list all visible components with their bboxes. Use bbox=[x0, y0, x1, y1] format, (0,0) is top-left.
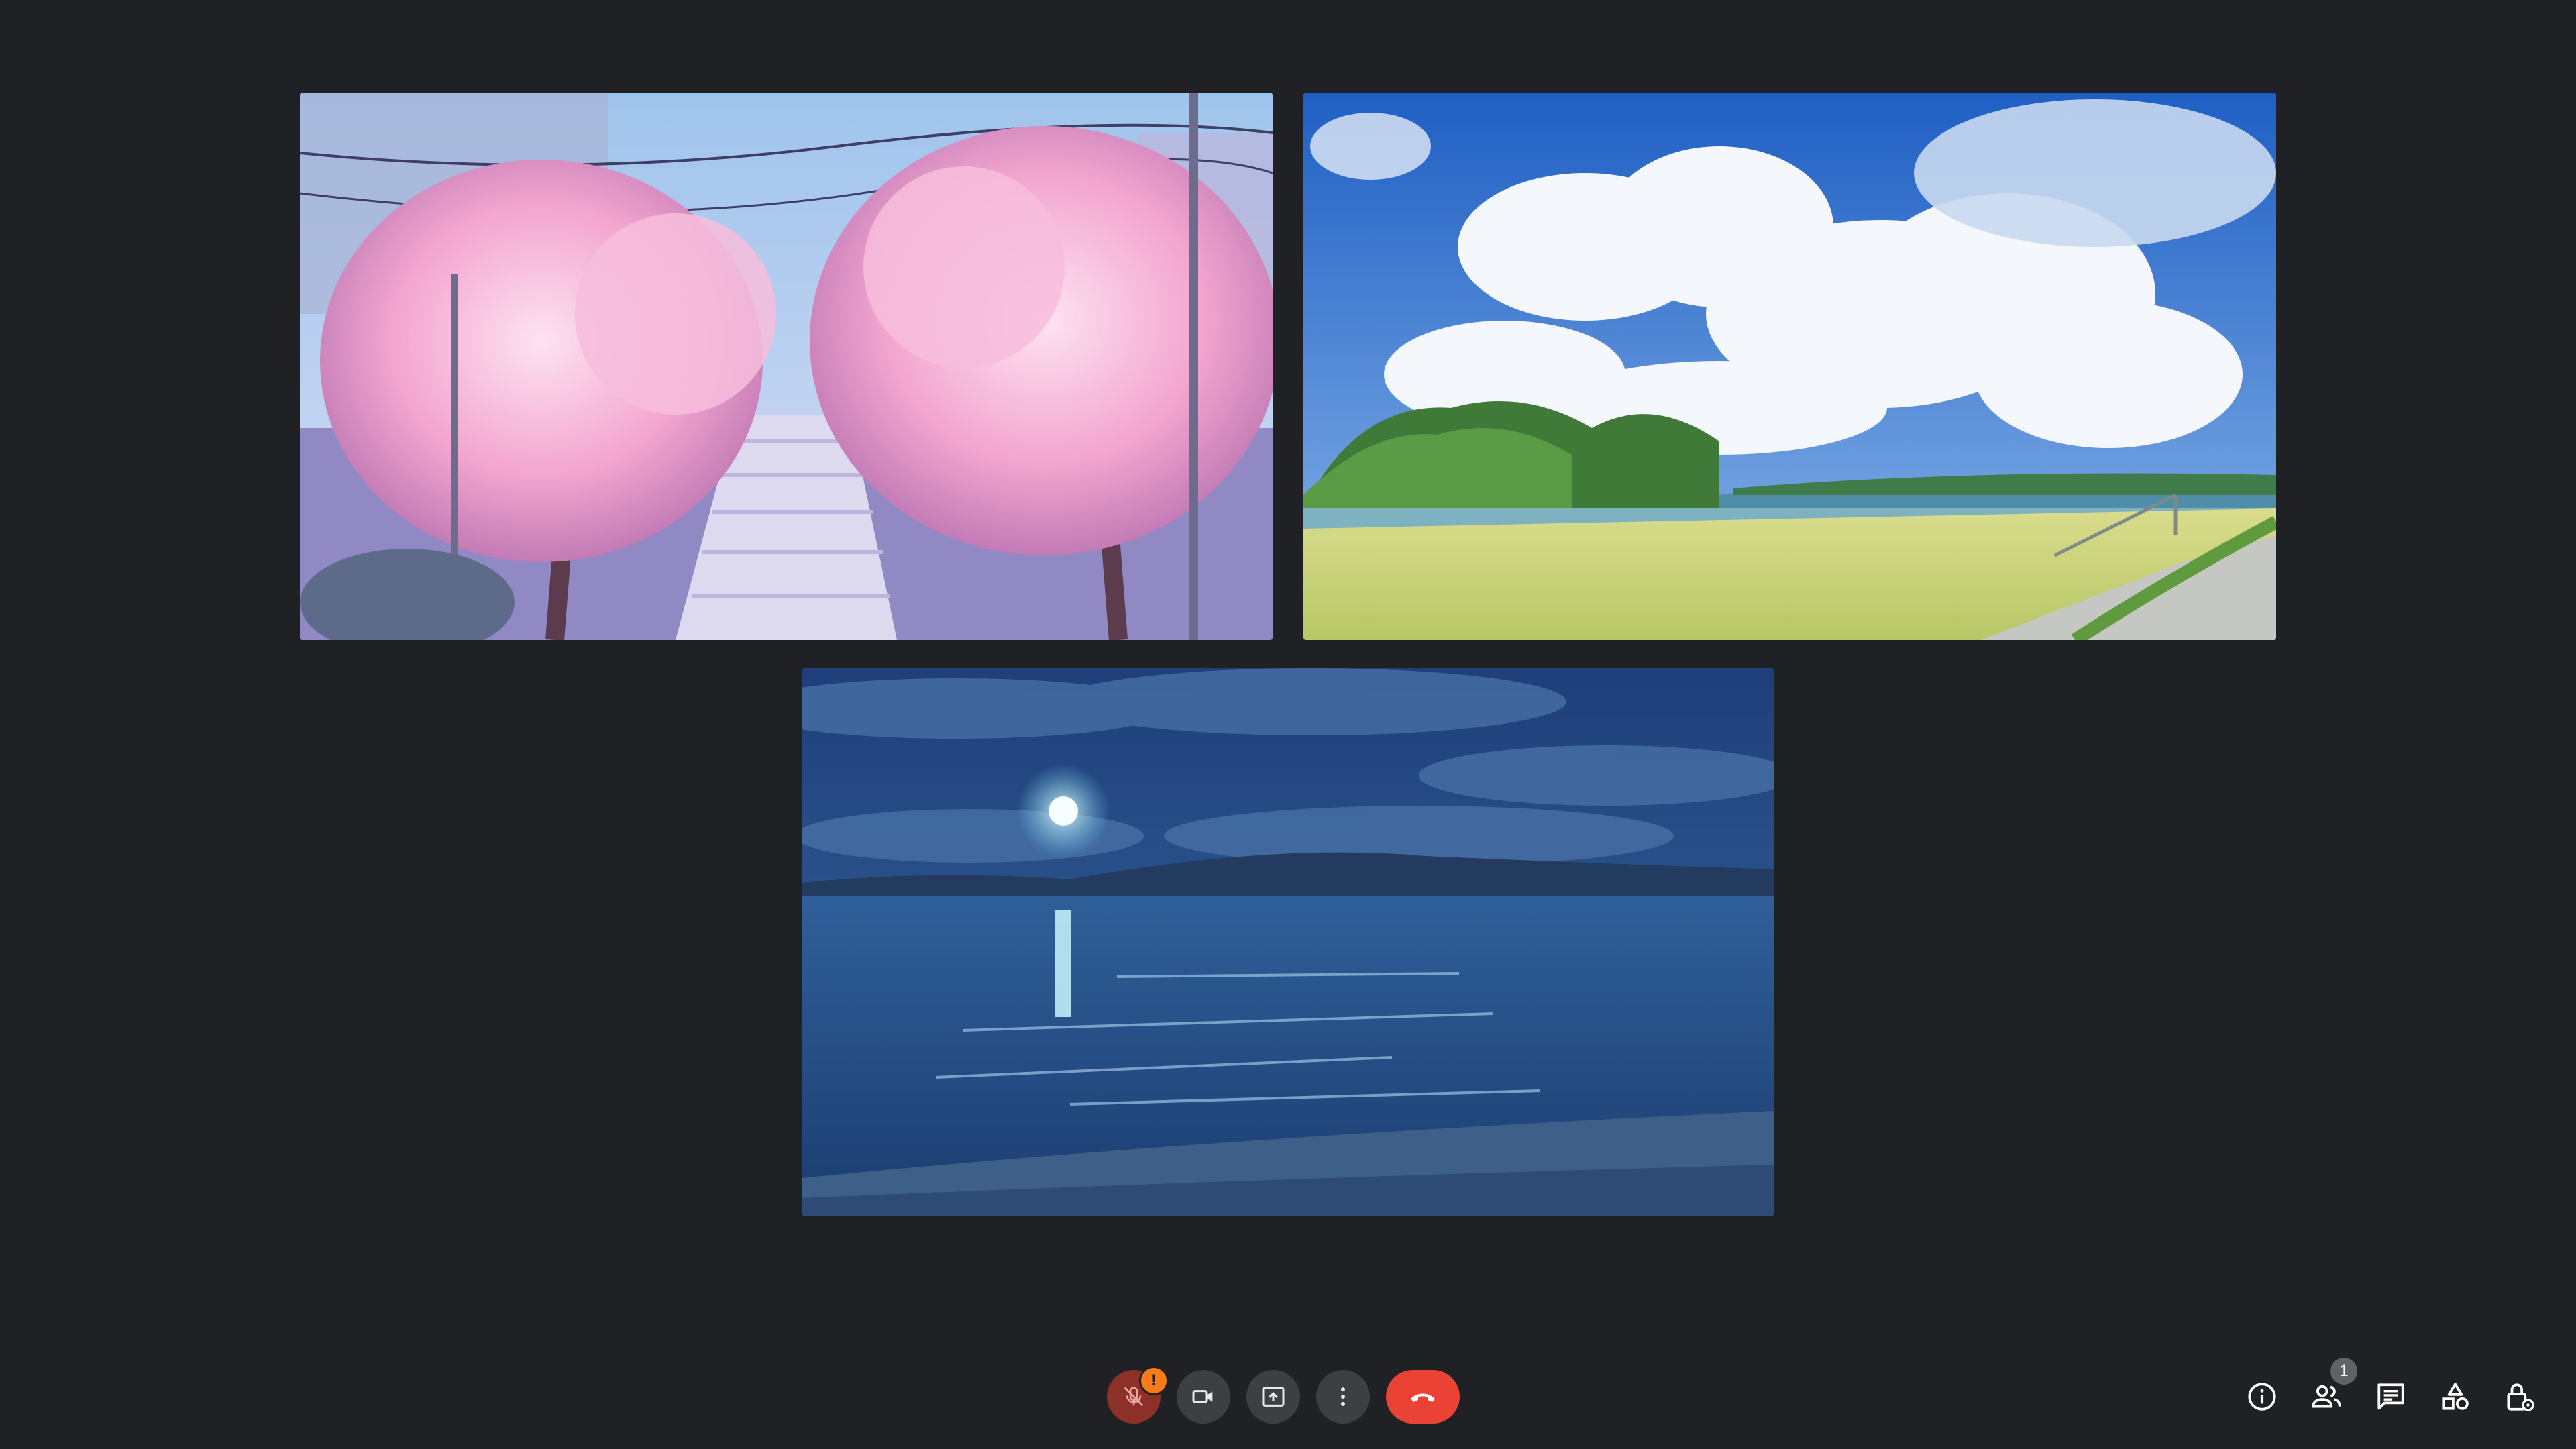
activities-button[interactable] bbox=[2434, 1375, 2477, 1418]
more-vert-icon bbox=[1341, 1387, 1345, 1406]
chat-button[interactable] bbox=[2369, 1375, 2412, 1418]
end-call-button[interactable] bbox=[1386, 1370, 1460, 1424]
videocam-icon bbox=[1192, 1390, 1213, 1403]
cherry-blossom-scene bbox=[300, 93, 1273, 640]
participant-tile-2[interactable] bbox=[1303, 93, 2276, 640]
host-controls-button[interactable] bbox=[2498, 1375, 2541, 1418]
more-options-button[interactable] bbox=[1316, 1370, 1370, 1424]
chat-icon bbox=[2377, 1383, 2404, 1410]
present-screen-button[interactable] bbox=[1246, 1370, 1300, 1424]
participant-tile-1[interactable] bbox=[300, 93, 1273, 640]
camera-button[interactable] bbox=[1177, 1370, 1230, 1424]
people-icon bbox=[2312, 1385, 2341, 1408]
meeting-details-button[interactable] bbox=[2241, 1375, 2284, 1418]
present-screen-icon bbox=[1262, 1387, 1285, 1407]
host-lock-icon bbox=[2507, 1383, 2534, 1411]
mic-alert-badge: ! bbox=[1139, 1366, 1169, 1395]
mic-off-button[interactable]: ! bbox=[1107, 1366, 1169, 1424]
people-count-badge: 1 bbox=[2330, 1358, 2357, 1385]
moonlit-sea-scene bbox=[802, 668, 1774, 1216]
activities-shapes-icon bbox=[2442, 1383, 2469, 1410]
call-end-icon bbox=[1411, 1393, 1435, 1402]
summer-field-scene bbox=[1303, 93, 2276, 640]
participant-tile-3[interactable] bbox=[802, 668, 1774, 1216]
info-icon bbox=[2248, 1383, 2276, 1411]
people-button[interactable]: 1 bbox=[2305, 1358, 2357, 1418]
